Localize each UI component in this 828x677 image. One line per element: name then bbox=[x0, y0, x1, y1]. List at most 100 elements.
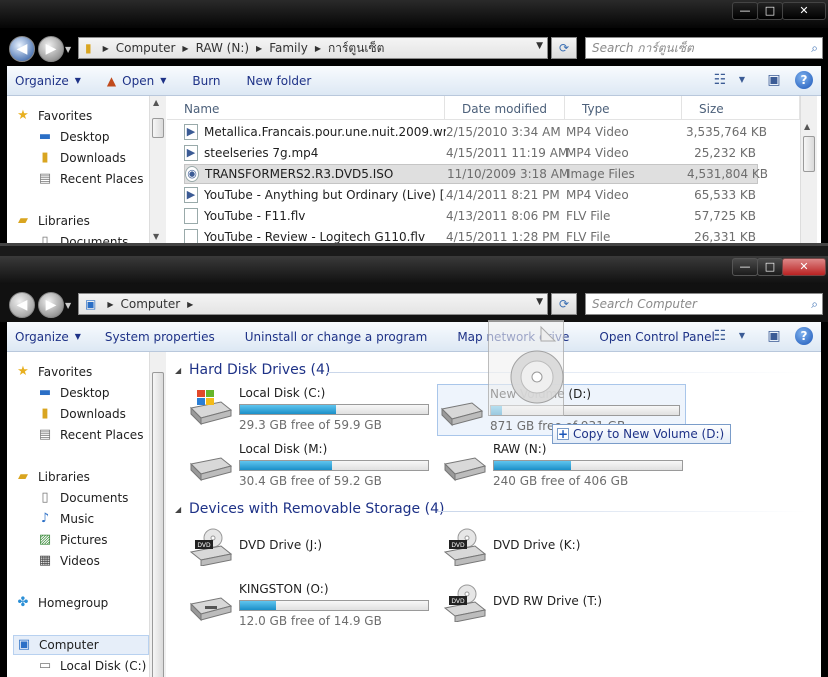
drive-dvd-rw-t[interactable]: DVD DVD RW Drive (T:) bbox=[441, 580, 691, 632]
file-row[interactable]: ▶ Metallica.Francais.pour.une.nuit.2009.w… bbox=[184, 122, 767, 142]
nav-pictures[interactable]: ▨ Pictures bbox=[37, 532, 108, 548]
preview-pane-icon[interactable]: ▣ bbox=[763, 70, 785, 90]
nav-favorites[interactable]: ★ Favorites bbox=[15, 364, 92, 380]
open-button[interactable]: ▲ Open ▼ bbox=[107, 74, 166, 88]
video-file-icon: ▶ bbox=[184, 187, 198, 203]
nav-scrollbar[interactable]: ▲ ▼ bbox=[149, 96, 166, 243]
help-icon[interactable]: ? bbox=[795, 327, 813, 345]
column-date-modified[interactable]: Date modified bbox=[445, 96, 565, 119]
nav-favorites[interactable]: ★ Favorites bbox=[15, 108, 92, 124]
scroll-thumb[interactable] bbox=[803, 136, 815, 172]
recent-pages-dropdown[interactable]: ▼ bbox=[65, 301, 71, 310]
address-bar[interactable]: ▣ ▶ Computer ▶ ▼ bbox=[78, 293, 548, 315]
burn-button[interactable]: Burn bbox=[192, 74, 220, 88]
minimize-button[interactable]: — bbox=[732, 258, 758, 276]
plus-icon: + bbox=[557, 427, 569, 441]
drive-kingston-o[interactable]: KINGSTON (O:) 12.0 GB free of 14.9 GB bbox=[187, 580, 437, 632]
nav-documents[interactable]: ▯ Documents bbox=[37, 234, 128, 243]
caption-buttons: — □ ✕ bbox=[732, 2, 826, 20]
nav-label: Documents bbox=[60, 491, 129, 505]
scroll-down-icon[interactable]: ▼ bbox=[153, 232, 159, 241]
nav-homegroup[interactable]: ✤ Homegroup bbox=[15, 595, 109, 611]
breadcrumb-current[interactable]: การ์ตูนเซ็ต bbox=[328, 39, 384, 58]
drive-dvd-j[interactable]: DVD DVD Drive (J:) bbox=[187, 524, 437, 576]
recent-pages-dropdown[interactable]: ▼ bbox=[65, 45, 71, 54]
address-dropdown-icon[interactable]: ▼ bbox=[536, 297, 543, 307]
help-icon[interactable]: ? bbox=[795, 71, 813, 89]
nav-recent-places[interactable]: ▤ Recent Places bbox=[37, 171, 144, 187]
nav-desktop[interactable]: ▬ Desktop bbox=[37, 385, 110, 401]
file-row[interactable]: ▶ YouTube - Anything but Ordinary (Live) … bbox=[184, 185, 758, 205]
collapse-group-icon[interactable]: ◢ bbox=[175, 366, 181, 375]
close-button[interactable]: ✕ bbox=[782, 2, 826, 20]
drive-raw-n[interactable]: RAW (N:) 240 GB free of 406 GB bbox=[441, 440, 691, 492]
breadcrumb-separator-icon: ▶ bbox=[182, 43, 189, 53]
drive-local-disk-m[interactable]: Local Disk (M:) 30.4 GB free of 59.2 GB bbox=[187, 440, 437, 492]
column-type[interactable]: Type bbox=[565, 96, 682, 119]
refresh-button[interactable]: ⟳ bbox=[551, 37, 577, 59]
search-input[interactable]: Search การ์ตูนเซ็ต ⌕ bbox=[585, 37, 823, 59]
nav-computer[interactable]: ▣ Computer bbox=[13, 635, 149, 655]
column-size[interactable]: Size bbox=[682, 96, 800, 119]
chevron-down-icon[interactable]: ▼ bbox=[731, 70, 753, 90]
file-list-scrollbar[interactable]: ▲ bbox=[800, 96, 817, 243]
drive-local-disk-c[interactable]: Local Disk (C:) 29.3 GB free of 59.9 GB bbox=[187, 384, 437, 436]
scroll-thumb[interactable] bbox=[152, 118, 164, 138]
nav-scrollbar[interactable] bbox=[149, 352, 166, 677]
maximize-button[interactable]: □ bbox=[757, 2, 783, 20]
file-row[interactable]: YouTube - Review - Logitech G110.flv 4/1… bbox=[184, 227, 758, 243]
nav-libraries[interactable]: ▰ Libraries bbox=[15, 469, 90, 485]
file-row[interactable]: YouTube - F11.flv 4/13/2011 8:06 PM FLV … bbox=[184, 206, 758, 226]
column-name[interactable]: Name ^ bbox=[167, 96, 445, 119]
nav-downloads[interactable]: ▮ Downloads bbox=[37, 150, 125, 166]
maximize-button[interactable]: □ bbox=[757, 258, 783, 276]
title-bar[interactable]: — □ ✕ bbox=[0, 0, 828, 28]
nav-videos[interactable]: ▦ Videos bbox=[37, 553, 100, 569]
search-icon[interactable]: ⌕ bbox=[811, 38, 818, 58]
scroll-up-icon[interactable]: ▲ bbox=[804, 122, 810, 131]
nav-desktop[interactable]: ▬ Desktop bbox=[37, 129, 110, 145]
search-icon[interactable]: ⌕ bbox=[811, 294, 818, 314]
documents-icon: ▯ bbox=[41, 234, 49, 243]
system-properties-button[interactable]: System properties bbox=[105, 330, 215, 344]
title-bar[interactable]: — □ ✕ bbox=[0, 256, 828, 284]
group-title-removable[interactable]: Devices with Removable Storage (4) bbox=[189, 501, 444, 517]
view-options-icon[interactable]: ☷ bbox=[709, 70, 731, 90]
pictures-icon: ▨ bbox=[38, 532, 52, 547]
open-control-panel-button[interactable]: Open Control Panel bbox=[599, 330, 714, 344]
collapse-group-icon[interactable]: ◢ bbox=[175, 505, 181, 514]
nav-documents[interactable]: ▯ Documents bbox=[37, 490, 128, 506]
scroll-thumb[interactable] bbox=[152, 372, 164, 677]
nav-downloads[interactable]: ▮ Downloads bbox=[37, 406, 125, 422]
breadcrumb-computer[interactable]: Computer bbox=[121, 297, 181, 311]
forward-button[interactable]: ▶ bbox=[38, 292, 64, 318]
nav-libraries[interactable]: ▰ Libraries bbox=[15, 213, 90, 229]
scroll-up-icon[interactable]: ▲ bbox=[153, 98, 159, 107]
new-folder-button[interactable]: New folder bbox=[247, 74, 312, 88]
view-options-icon[interactable]: ☷ bbox=[709, 326, 731, 346]
organize-button[interactable]: Organize ▼ bbox=[15, 74, 81, 88]
address-dropdown-icon[interactable]: ▼ bbox=[536, 41, 543, 51]
uninstall-program-button[interactable]: Uninstall or change a program bbox=[245, 330, 428, 344]
file-row[interactable]: ▶ steelseries 7g.mp4 4/15/2011 11:19 AM M… bbox=[184, 143, 758, 163]
nav-music[interactable]: ♪ Music bbox=[37, 511, 94, 527]
close-button[interactable]: ✕ bbox=[782, 258, 826, 276]
nav-recent-places[interactable]: ▤ Recent Places bbox=[37, 427, 144, 443]
file-row-selected[interactable]: ◉ TRANSFORMERS2.R3.DVD5.ISO 11/10/2009 3:… bbox=[184, 164, 768, 184]
breadcrumb-family[interactable]: Family bbox=[269, 41, 308, 55]
address-bar[interactable]: ▮ ▶ Computer ▶ RAW (N:) ▶ Family ▶ การ์ต… bbox=[78, 37, 548, 59]
forward-button[interactable]: ▶ bbox=[38, 36, 64, 62]
refresh-button[interactable]: ⟳ bbox=[551, 293, 577, 315]
breadcrumb-computer[interactable]: Computer bbox=[116, 41, 176, 55]
breadcrumb-raw[interactable]: RAW (N:) bbox=[196, 41, 249, 55]
minimize-button[interactable]: — bbox=[732, 2, 758, 20]
back-button[interactable]: ◀ bbox=[9, 292, 35, 318]
back-button[interactable]: ◀ bbox=[9, 36, 35, 62]
preview-pane-icon[interactable]: ▣ bbox=[763, 326, 785, 346]
search-input[interactable]: Search Computer ⌕ bbox=[585, 293, 823, 315]
organize-button[interactable]: Organize ▼ bbox=[15, 330, 81, 344]
nav-local-disk-c[interactable]: ▭ Local Disk (C:) bbox=[37, 658, 146, 674]
chevron-down-icon[interactable]: ▼ bbox=[731, 326, 753, 346]
group-title-hard-disks[interactable]: Hard Disk Drives (4) bbox=[189, 362, 330, 378]
drive-dvd-k[interactable]: DVD DVD Drive (K:) bbox=[441, 524, 691, 576]
